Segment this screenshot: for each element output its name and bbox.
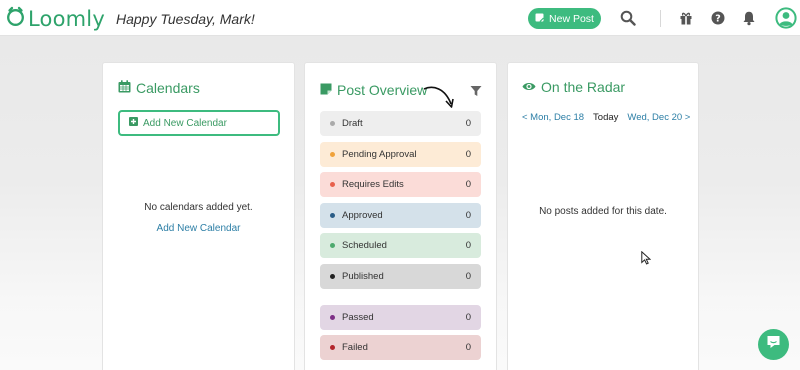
new-post-button[interactable]: New Post	[528, 8, 601, 29]
post-overview-title: Post Overview	[320, 82, 427, 98]
status-label: Scheduled	[342, 240, 387, 251]
top-navigation-bar: Loomly Happy Tuesday, Mark! New Post ?	[0, 0, 800, 36]
status-row-passed[interactable]: Passed 0	[320, 305, 481, 330]
status-dot	[330, 315, 335, 320]
calendar-icon	[118, 80, 131, 96]
status-count: 0	[465, 149, 471, 160]
status-label: Approved	[342, 210, 383, 221]
search-icon[interactable]	[620, 10, 636, 26]
add-new-calendar-label: Add New Calendar	[143, 117, 227, 129]
status-row-approved[interactable]: Approved 0	[320, 203, 481, 228]
no-posts-text: No posts added for this date.	[539, 206, 667, 217]
post-overview-title-text: Post Overview	[337, 82, 428, 98]
status-count: 0	[465, 342, 471, 353]
status-row-published[interactable]: Published 0	[320, 264, 481, 289]
add-new-calendar-button[interactable]: Add New Calendar	[118, 110, 280, 136]
status-dot	[330, 121, 335, 126]
status-label: Published	[342, 271, 384, 282]
loomly-logo[interactable]: Loomly	[6, 5, 105, 32]
status-dot	[330, 182, 335, 187]
on-the-radar-title-text: On the Radar	[541, 79, 626, 95]
post-icon	[535, 13, 544, 25]
status-count: 0	[465, 312, 471, 323]
help-icon[interactable]: ?	[710, 10, 726, 26]
status-dot	[330, 152, 335, 157]
status-label: Pending Approval	[342, 149, 417, 160]
gift-icon[interactable]	[678, 10, 694, 26]
status-dot	[330, 243, 335, 248]
status-row-scheduled[interactable]: Scheduled 0	[320, 233, 481, 258]
previous-date-link[interactable]: < Mon, Dec 18	[522, 112, 584, 123]
post-overview-icon	[320, 82, 332, 98]
status-count: 0	[465, 179, 471, 190]
today-label[interactable]: Today	[593, 112, 618, 123]
status-label: Draft	[342, 118, 363, 129]
status-dot	[330, 213, 335, 218]
status-dot	[330, 274, 335, 279]
status-label: Requires Edits	[342, 179, 404, 190]
mouse-cursor-icon	[641, 250, 652, 270]
calendars-title: Calendars	[118, 80, 200, 96]
eye-icon	[522, 79, 536, 95]
status-row-requires-edits[interactable]: Requires Edits 0	[320, 172, 481, 197]
calendars-panel: Calendars Add New Calendar No calendars …	[102, 62, 295, 370]
user-avatar-icon[interactable]	[775, 7, 797, 29]
logo-icon	[6, 5, 25, 32]
status-label: Passed	[342, 312, 374, 323]
status-count: 0	[465, 271, 471, 282]
status-count: 0	[465, 118, 471, 129]
filter-icon[interactable]	[470, 84, 482, 96]
header-divider	[660, 10, 661, 27]
post-overview-panel: Post Overview Draft 0 Pending Approval 0…	[304, 62, 497, 370]
status-label: Failed	[342, 342, 368, 353]
date-navigation: < Mon, Dec 18 Today Wed, Dec 20 >	[522, 112, 690, 123]
calendars-title-text: Calendars	[136, 80, 200, 96]
add-new-calendar-link[interactable]: Add New Calendar	[103, 223, 294, 234]
status-count: 0	[465, 210, 471, 221]
new-post-label: New Post	[549, 12, 594, 25]
next-date-link[interactable]: Wed, Dec 20 >	[627, 112, 690, 123]
status-count: 0	[465, 240, 471, 251]
svg-text:?: ?	[715, 14, 721, 25]
on-the-radar-title: On the Radar	[522, 79, 625, 95]
logo-text: Loomly	[28, 6, 105, 31]
status-row-draft[interactable]: Draft 0	[320, 111, 481, 136]
greeting-text: Happy Tuesday, Mark!	[116, 11, 255, 27]
on-the-radar-panel: On the Radar < Mon, Dec 18 Today Wed, De…	[507, 62, 699, 370]
chat-support-button[interactable]	[758, 329, 789, 360]
bell-icon[interactable]	[741, 10, 757, 26]
status-dot	[330, 345, 335, 350]
chat-icon	[766, 335, 781, 354]
no-calendars-text: No calendars added yet.	[144, 202, 253, 213]
status-row-failed[interactable]: Failed 0	[320, 335, 481, 360]
status-row-pending-approval[interactable]: Pending Approval 0	[320, 142, 481, 167]
plus-square-icon	[129, 117, 138, 129]
